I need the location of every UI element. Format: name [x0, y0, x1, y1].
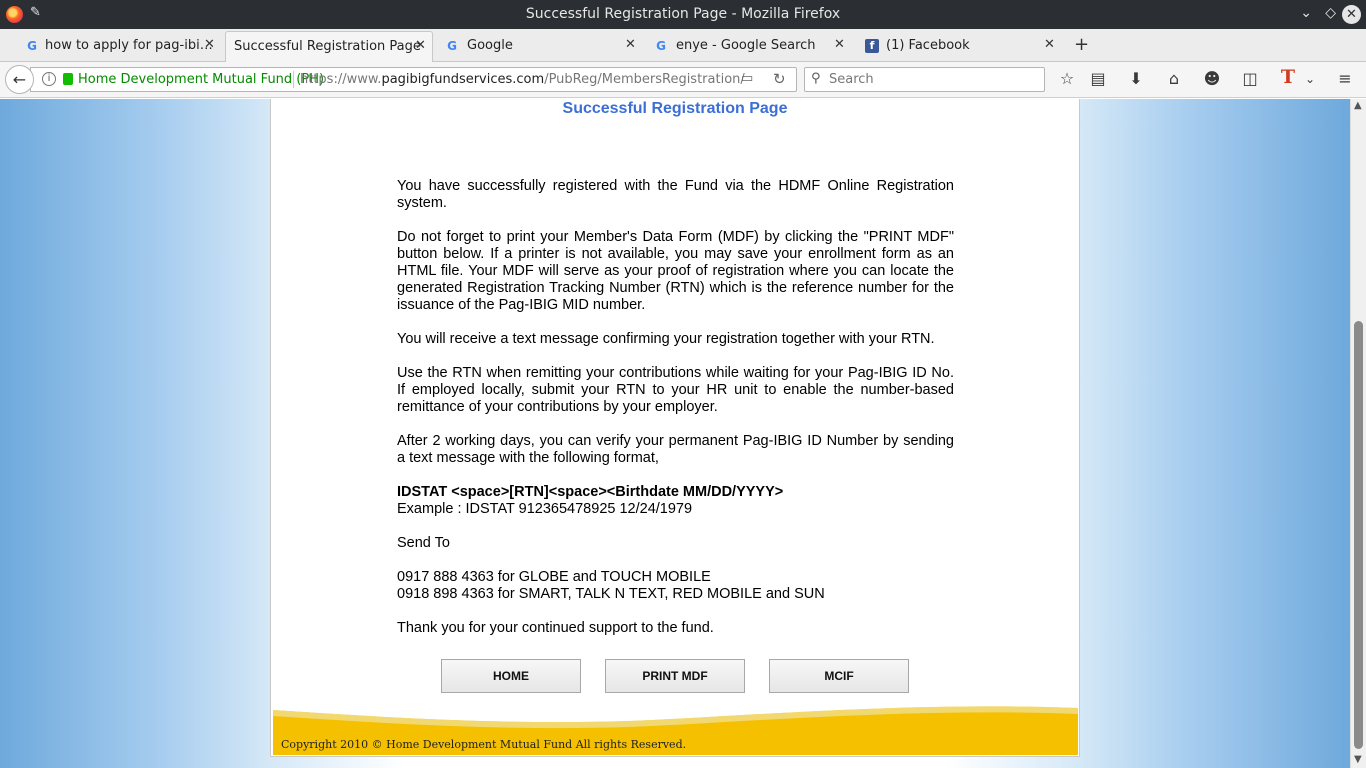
- navigation-bar: i Home Development Mutual Fund (PH) http…: [0, 62, 1366, 98]
- page-viewport: Successful Registration Page You have su…: [0, 99, 1350, 768]
- url-bar[interactable]: i Home Development Mutual Fund (PH) http…: [30, 67, 797, 92]
- tab-successful-registration[interactable]: Successful Registration Page ✕: [225, 31, 433, 62]
- send-to-label: Send To: [397, 535, 450, 551]
- mcif-button[interactable]: MCIF: [769, 659, 909, 693]
- paragraph-rtn: Use the RTN when remitting your contribu…: [397, 365, 954, 415]
- tab-label: (1) Facebook: [886, 38, 970, 53]
- home-button[interactable]: HOME: [441, 659, 581, 693]
- url-text[interactable]: https://www.pagibigfundservices.com/PubR…: [300, 72, 745, 87]
- search-input[interactable]: ⚲ Search: [804, 67, 1045, 92]
- minimize-icon[interactable]: ⌄: [1300, 5, 1312, 21]
- paragraph-registered: You have successfully registered with th…: [397, 178, 954, 211]
- tab-label: enye - Google Search: [676, 38, 816, 53]
- registration-panel: Successful Registration Page You have su…: [270, 99, 1080, 757]
- facebook-icon: f: [865, 39, 879, 53]
- sms-example: Example : IDSTAT 912365478925 12/24/1979: [397, 501, 693, 517]
- tab-google[interactable]: G Google ✕: [433, 31, 643, 62]
- tab-close-icon[interactable]: ✕: [204, 37, 215, 52]
- menu-icon[interactable]: ≡: [1335, 70, 1355, 88]
- tab-label: how to apply for pag-ibi…: [45, 38, 213, 53]
- back-button[interactable]: ←: [5, 65, 34, 94]
- new-tab-icon[interactable]: +: [1074, 34, 1089, 55]
- tab-close-icon[interactable]: ✕: [1044, 37, 1055, 52]
- close-window-button[interactable]: ✕: [1342, 5, 1361, 24]
- paragraph-text-message: You will receive a text message confirmi…: [397, 331, 935, 347]
- reader-view-icon[interactable]: ▭: [741, 71, 753, 86]
- url-separator: [293, 71, 294, 88]
- window-title: Successful Registration Page - Mozilla F…: [525, 6, 841, 22]
- overflow-chevron-icon[interactable]: ⌄: [1300, 70, 1320, 88]
- copyright-text: Copyright 2010 © Home Development Mutual…: [281, 738, 687, 751]
- page-title: Successful Registration Page: [562, 100, 788, 117]
- scrollbar-thumb[interactable]: [1354, 321, 1363, 749]
- lock-icon: [63, 73, 73, 85]
- thank-you-text: Thank you for your continued support to …: [397, 620, 714, 636]
- scroll-up-icon[interactable]: ▲: [1354, 100, 1362, 111]
- synced-tabs-icon[interactable]: ☻: [1202, 70, 1222, 88]
- number-smart: 0918 898 4363 for SMART, TALK N TEXT, RE…: [397, 586, 825, 602]
- google-icon: G: [656, 39, 666, 53]
- tab-enye-search[interactable]: G enye - Google Search ✕: [643, 31, 853, 62]
- registration-message: You have successfully registered with th…: [397, 178, 954, 654]
- tab-facebook[interactable]: f (1) Facebook ✕: [853, 31, 1063, 62]
- reload-icon[interactable]: ↻: [773, 70, 786, 88]
- home-icon[interactable]: ⌂: [1164, 70, 1184, 88]
- bookmarks-list-icon[interactable]: ▤: [1088, 70, 1108, 88]
- sms-format: IDSTAT <space>[RTN]<space><Birthdate MM/…: [397, 484, 784, 500]
- tab-strip: G how to apply for pag-ibi… ✕ Successful…: [0, 29, 1366, 62]
- window-titlebar: ✎ Successful Registration Page - Mozilla…: [0, 0, 1366, 29]
- tab-label: Successful Registration Page: [234, 39, 421, 54]
- tab-close-icon[interactable]: ✕: [834, 37, 845, 52]
- tab-how-to-apply[interactable]: G how to apply for pag-ibi… ✕: [0, 31, 225, 62]
- info-icon[interactable]: i: [42, 72, 56, 86]
- search-icon: ⚲: [811, 71, 821, 86]
- site-identity[interactable]: Home Development Mutual Fund (PH): [78, 72, 324, 87]
- extension-t-icon[interactable]: T: [1278, 68, 1298, 87]
- maximize-icon[interactable]: ◇: [1325, 5, 1336, 21]
- pocket-icon[interactable]: ◫: [1240, 70, 1260, 88]
- google-icon: G: [27, 39, 37, 53]
- number-globe: 0917 888 4363 for GLOBE and TOUCH MOBILE: [397, 569, 711, 585]
- vertical-scrollbar[interactable]: ▲ ▼: [1350, 99, 1366, 768]
- google-icon: G: [447, 39, 457, 53]
- scroll-down-icon[interactable]: ▼: [1354, 754, 1362, 765]
- tab-close-icon[interactable]: ✕: [415, 38, 426, 53]
- print-mdf-button[interactable]: PRINT MDF: [605, 659, 745, 693]
- tab-label: Google: [467, 38, 513, 53]
- tab-close-icon[interactable]: ✕: [625, 37, 636, 52]
- footer: Copyright 2010 © Home Development Mutual…: [273, 700, 1078, 755]
- paragraph-verify: After 2 working days, you can verify you…: [397, 433, 954, 466]
- paragraph-print-mdf: Do not forget to print your Member's Dat…: [397, 229, 954, 313]
- bookmark-star-icon[interactable]: ☆: [1057, 70, 1077, 88]
- search-placeholder: Search: [829, 72, 874, 87]
- downloads-icon[interactable]: ⬇: [1126, 70, 1146, 88]
